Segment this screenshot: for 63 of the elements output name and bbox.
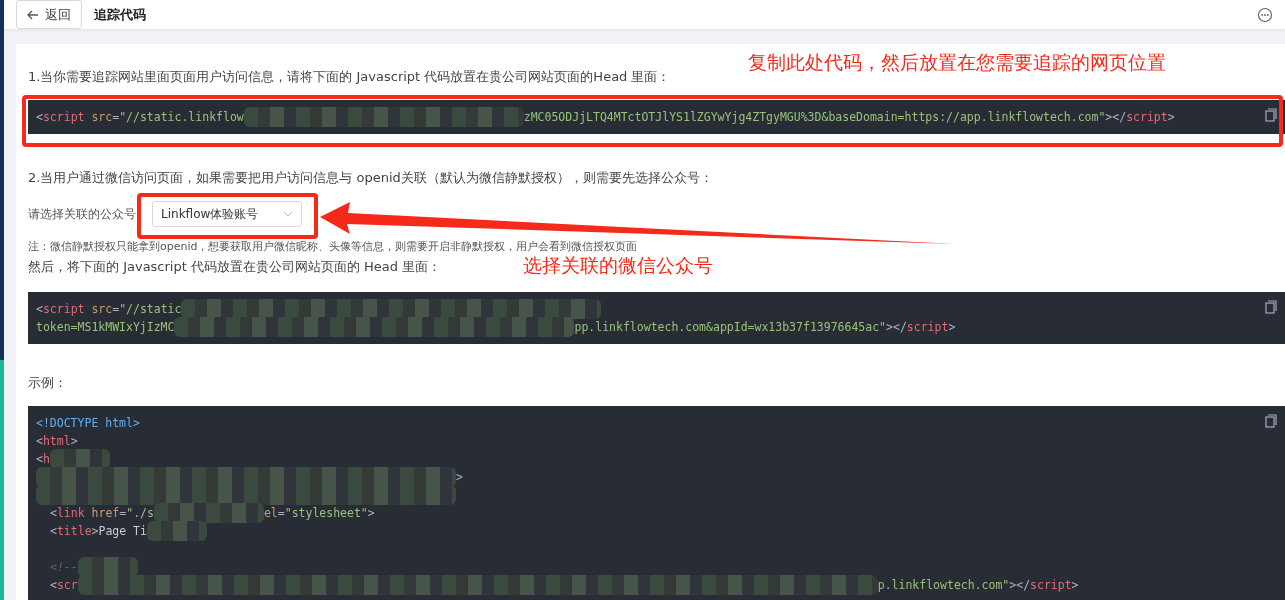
- arrow-left-icon: [27, 9, 39, 20]
- code-text: "stylesheet": [284, 505, 368, 522]
- code-text: zMC05ODJjLTQ4MTctOTJlYS1lZGYwYjg4ZTgyMGU%3D&baseDomain=https://app.linkflowtech.com": [523, 109, 1106, 126]
- code-text: <: [36, 433, 43, 450]
- chevron-down-icon: [283, 211, 293, 217]
- code-text: =: [119, 505, 127, 522]
- code-text: ></: [886, 319, 907, 336]
- code-text: title: [56, 523, 92, 540]
- code-text: script: [42, 109, 85, 126]
- code-text: <: [50, 577, 57, 594]
- code-text: =: [277, 505, 285, 522]
- code-text: h: [42, 451, 50, 468]
- code-text: >: [91, 523, 99, 540]
- code-text: >: [1071, 577, 1079, 594]
- code-text: <!DOCTYPE html>: [36, 415, 140, 432]
- code-text: src: [90, 109, 113, 126]
- instruction-text: 然后，将下面的 Javascript 代码放置在贵公司网站页面的 Head 里面：: [28, 258, 442, 276]
- code-text: <: [36, 301, 43, 318]
- code-text: link: [56, 505, 85, 522]
- chat-icon[interactable]: [1257, 6, 1273, 23]
- code-text: >: [367, 505, 375, 522]
- code-text: html: [42, 433, 71, 450]
- code-text: <: [50, 523, 57, 540]
- code-text: ></: [1009, 577, 1031, 594]
- code-text: =: [112, 301, 120, 318]
- code-text: >: [70, 433, 78, 450]
- account-select[interactable]: Linkflow体验账号: [152, 201, 302, 227]
- code-text: script: [1030, 577, 1072, 594]
- instruction-text: 1.当你需要追踪网站里面页面用户访问信息，请将下面的 Javascript 代码放置在贵公司网站页面的Head 里面：: [28, 68, 671, 86]
- code-text: script: [42, 301, 85, 318]
- code-text: src: [90, 301, 113, 318]
- code-text: <: [36, 451, 43, 468]
- code-text: href: [90, 505, 120, 522]
- copy-icon[interactable]: [1265, 108, 1277, 122]
- code-text: "./s: [126, 505, 154, 522]
- copy-icon[interactable]: [1265, 414, 1277, 428]
- code-text: >: [1167, 109, 1175, 126]
- annotation-text: 复制此处代码，然后放置在您需要追踪的网页位置: [748, 50, 1166, 75]
- page-title: 追踪代码: [94, 5, 147, 24]
- code-text: scr: [56, 577, 78, 594]
- code-text: >: [456, 469, 463, 486]
- code-text: p.linkflowtech.com": [877, 577, 1010, 594]
- code-text: el: [263, 505, 278, 522]
- code-text: ></: [1105, 109, 1127, 126]
- example-label: 示例：: [28, 374, 67, 392]
- code-text: =: [112, 109, 120, 126]
- code-text: <: [50, 505, 57, 522]
- code-text: "//static: [119, 301, 182, 318]
- code-text: script: [906, 319, 949, 336]
- code-text: <!--: [50, 559, 78, 576]
- code-text: "//static.linkflow: [119, 109, 244, 126]
- code-text: >: [948, 319, 956, 336]
- code-text: pp.linkflowtech.com&appId=wx13b37f13976645ac": [574, 319, 887, 336]
- instruction-text: 2.当用户通过微信访问页面，如果需要把用户访问信息与 openid关联（默认为微信静默授权），则需要先选择公众号：: [28, 169, 713, 187]
- annotation-text: 选择关联的微信公众号: [523, 253, 713, 278]
- code-text: script: [1126, 109, 1168, 126]
- select-label: 请选择关联的公众号: [28, 205, 136, 223]
- code-text: <: [36, 109, 43, 126]
- copy-icon[interactable]: [1265, 300, 1277, 314]
- note-text: 注：微信静默授权只能拿到openid，想要获取用户微信昵称、头像等信息，则需要开启非静默授权，用户会看到微信授权页面: [28, 239, 638, 254]
- back-button[interactable]: 返回: [16, 0, 82, 29]
- code-text: Page Ti: [98, 523, 147, 540]
- code-text: token=MS1kMWIxYjIzMC: [36, 319, 175, 336]
